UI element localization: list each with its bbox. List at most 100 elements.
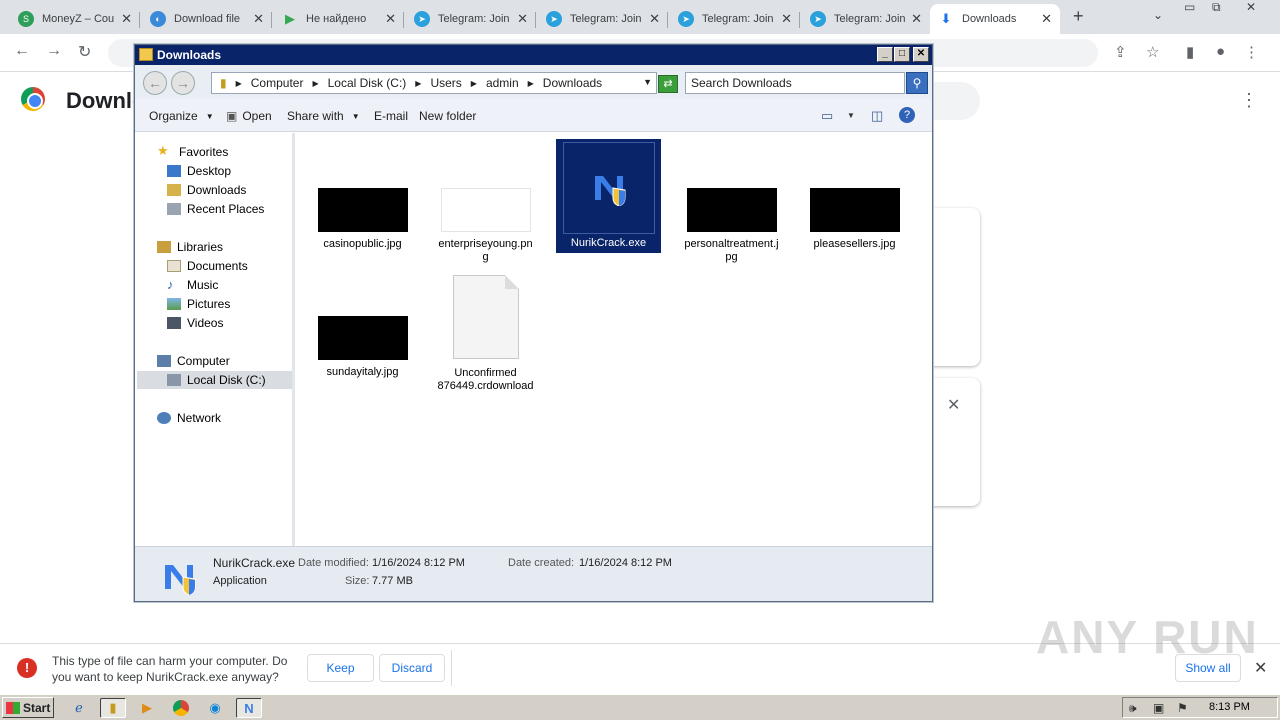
- preview-pane-icon[interactable]: ◫: [871, 108, 883, 124]
- search-input[interactable]: Search Downloads: [685, 72, 905, 94]
- share-with-button[interactable]: Share with ▼: [287, 109, 360, 123]
- tab-not-found[interactable]: ▶ Не найдено ✕: [274, 4, 404, 34]
- nav-libraries[interactable]: Libraries: [157, 238, 223, 256]
- side-panel-icon[interactable]: ▮: [1186, 43, 1194, 61]
- edge-icon[interactable]: ◉: [202, 698, 228, 718]
- close-window-icon[interactable]: ✕: [1246, 0, 1256, 14]
- tab-telegram-2[interactable]: ➤ Telegram: Join ✕: [538, 4, 668, 34]
- tab-telegram-1[interactable]: ➤ Telegram: Join ✕: [406, 4, 536, 34]
- music-icon: ♪: [167, 277, 174, 292]
- nav-music[interactable]: ♪ Music: [167, 276, 218, 294]
- forward-button[interactable]: →: [171, 71, 195, 95]
- breadcrumb-local-disk[interactable]: Local Disk (C:): [328, 76, 407, 90]
- discard-button[interactable]: Discard: [379, 654, 445, 682]
- chevron-right-icon[interactable]: ▶: [312, 79, 318, 88]
- open-button[interactable]: ▣ Open: [226, 109, 272, 123]
- nav-network[interactable]: Network: [157, 409, 221, 427]
- new-tab-icon[interactable]: +: [1073, 6, 1084, 27]
- share-icon[interactable]: ⇪: [1114, 43, 1127, 61]
- nav-pictures[interactable]: Pictures: [167, 295, 230, 313]
- close-icon[interactable]: ✕: [1041, 11, 1052, 27]
- tab-telegram-3[interactable]: ➤ Telegram: Join ✕: [670, 4, 800, 34]
- tab-telegram-4[interactable]: ➤ Telegram: Join ✕: [802, 4, 930, 34]
- ie-icon[interactable]: ℯ: [66, 698, 92, 718]
- close-icon[interactable]: ✕: [517, 11, 528, 27]
- file-item[interactable]: casinopublic.jpg: [310, 188, 415, 251]
- breadcrumb-admin[interactable]: admin: [486, 76, 519, 90]
- recent-places-icon: [167, 203, 181, 215]
- email-button[interactable]: E-mail: [374, 109, 408, 123]
- volume-icon[interactable]: 🕪: [1129, 701, 1137, 716]
- close-button[interactable]: ✕: [913, 47, 929, 62]
- tab-download-file[interactable]: ◐ Download file ✕: [142, 4, 272, 34]
- breadcrumb-users[interactable]: Users: [430, 76, 461, 90]
- close-icon[interactable]: ✕: [947, 395, 960, 415]
- nav-recent-places[interactable]: Recent Places: [167, 200, 264, 218]
- minimize-icon[interactable]: ▭: [1184, 0, 1195, 14]
- minimize-button[interactable]: _: [877, 47, 893, 62]
- breadcrumb-downloads[interactable]: Downloads: [543, 76, 602, 90]
- close-icon[interactable]: ✕: [649, 11, 660, 27]
- chevron-right-icon[interactable]: ▶: [415, 79, 421, 88]
- start-button[interactable]: Start: [2, 697, 54, 718]
- close-icon[interactable]: ✕: [781, 11, 792, 27]
- nav-desktop[interactable]: Desktop: [167, 162, 231, 180]
- chevron-right-icon[interactable]: ▶: [528, 79, 534, 88]
- chevron-down-icon[interactable]: ▼: [847, 111, 855, 120]
- breadcrumb-computer[interactable]: Computer: [251, 76, 304, 90]
- breadcrumb[interactable]: ▮ ▶ Computer ▶ Local Disk (C:) ▶ Users ▶…: [211, 72, 657, 94]
- nav-videos[interactable]: Videos: [167, 314, 223, 332]
- chevron-right-icon[interactable]: ▶: [236, 79, 242, 88]
- chevron-down-icon[interactable]: ▼: [643, 77, 652, 87]
- star-icon[interactable]: ☆: [1146, 43, 1159, 61]
- window-title-bar[interactable]: Downloads _ □ ✕: [135, 45, 932, 65]
- chrome-icon[interactable]: [168, 698, 194, 718]
- refresh-icon[interactable]: ⇄: [658, 75, 678, 93]
- clock[interactable]: 8:13 PM: [1209, 701, 1250, 713]
- nav-label: Local Disk (C:): [187, 373, 266, 387]
- organize-button[interactable]: Organize ▼: [149, 109, 214, 123]
- file-list: casinopublic.jpg enterpriseyoung.png Nur…: [298, 133, 930, 546]
- file-item[interactable]: sundayitaly.jpg: [310, 316, 415, 379]
- tab-separator: [799, 12, 800, 28]
- profile-icon[interactable]: ●: [1216, 43, 1225, 60]
- forward-arrow-icon[interactable]: →: [46, 42, 62, 60]
- close-icon[interactable]: ✕: [385, 11, 396, 27]
- close-icon[interactable]: ✕: [253, 11, 264, 27]
- explorer-icon[interactable]: ▮: [100, 698, 126, 718]
- close-icon[interactable]: ✕: [911, 11, 922, 27]
- nurikcrack-taskbar-icon[interactable]: N: [236, 698, 262, 718]
- chevron-down-icon[interactable]: ⌄: [1153, 8, 1163, 22]
- file-item[interactable]: enterpriseyoung.png: [433, 188, 538, 264]
- close-icon[interactable]: ✕: [121, 11, 132, 27]
- nav-downloads[interactable]: Downloads: [167, 181, 246, 199]
- file-item-selected[interactable]: NurikCrack.exe: [556, 139, 661, 253]
- reload-icon[interactable]: ↻: [78, 42, 91, 62]
- file-item[interactable]: pleasesellers.jpg: [802, 188, 907, 251]
- nav-computer[interactable]: Computer: [157, 352, 230, 370]
- more-options-icon[interactable]: ⋮: [1240, 90, 1258, 111]
- file-item[interactable]: Unconfirmed 876449.crdownload: [433, 275, 538, 393]
- tab-downloads[interactable]: ⬇ Downloads ✕: [930, 4, 1060, 34]
- change-view-icon[interactable]: ▭: [821, 108, 833, 124]
- media-player-icon[interactable]: ▶: [134, 698, 160, 718]
- back-arrow-icon[interactable]: ←: [14, 42, 30, 60]
- nav-label: Desktop: [187, 164, 232, 178]
- nav-documents[interactable]: Documents: [167, 257, 248, 275]
- help-icon[interactable]: ?: [899, 107, 915, 123]
- file-item[interactable]: personaltreatment.jpg: [679, 188, 784, 264]
- tab-label: Downloads: [962, 13, 1017, 25]
- keep-button[interactable]: Keep: [307, 654, 374, 682]
- menu-icon[interactable]: ⋮: [1244, 43, 1259, 61]
- chevron-right-icon[interactable]: ▶: [471, 79, 477, 88]
- flag-icon[interactable]: ⚑: [1177, 701, 1188, 715]
- nav-favorites[interactable]: ★ Favorites: [157, 143, 228, 161]
- restore-icon[interactable]: ⧉: [1212, 0, 1221, 15]
- nav-local-disk[interactable]: Local Disk (C:): [137, 371, 292, 389]
- tab-moneyz[interactable]: S MoneyZ – Cou ✕: [10, 4, 140, 34]
- back-button[interactable]: ←: [143, 71, 167, 95]
- network-tray-icon[interactable]: ▣: [1153, 701, 1164, 715]
- new-folder-button[interactable]: New folder: [419, 109, 476, 123]
- search-icon[interactable]: ⚲: [906, 72, 928, 94]
- maximize-button[interactable]: □: [894, 47, 910, 62]
